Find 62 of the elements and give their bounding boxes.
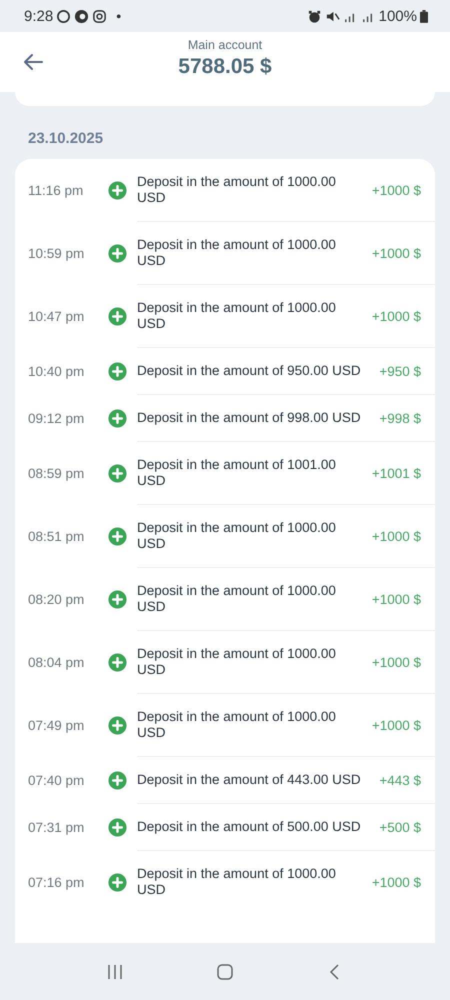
alarm-icon [306, 8, 322, 24]
transaction-amount: +1000 $ [370, 654, 421, 670]
transaction-time: 07:16 pm [27, 874, 86, 890]
account-balance: 5788.05 $ [178, 55, 272, 79]
plus-icon [108, 181, 127, 200]
transaction-description: Deposit in the amount of 1000.00 USD [137, 709, 337, 741]
transaction-time: 08:51 pm [27, 529, 86, 544]
battery-icon [420, 10, 428, 22]
transaction-amount: +1000 $ [370, 182, 421, 198]
transaction-amount: +1001 $ [370, 466, 421, 480]
transaction-time: 07:40 pm [27, 773, 86, 788]
transaction-description: Deposit in the amount of 1000.00 USD [137, 520, 337, 552]
plus-icon [108, 464, 127, 483]
plus-icon [108, 527, 127, 546]
transaction-time: 09:12 pm [27, 411, 86, 426]
transaction-amount: +1000 $ [370, 528, 421, 544]
plus-icon [108, 872, 127, 892]
transaction-description: Deposit in the amount of 443.00 USD [137, 772, 362, 788]
transaction-time: 10:47 pm [27, 309, 86, 324]
transaction-description: Deposit in the amount of 1000.00 USD [137, 866, 337, 898]
plus-icon [108, 590, 127, 609]
transaction-time: 10:59 pm [27, 246, 86, 261]
transaction-description: Deposit in the amount of 1000.00 USD [137, 583, 337, 615]
date-heading: 23.10.2025 [27, 129, 104, 149]
transaction-amount: +950 $ [378, 364, 421, 378]
transaction-description: Deposit in the amount of 500.00 USD [137, 819, 362, 835]
transaction-amount: +500 $ [378, 820, 421, 834]
transaction-description: Deposit in the amount of 1000.00 USD [137, 237, 337, 269]
notification-dot: • [116, 8, 122, 24]
plus-icon [108, 362, 127, 381]
transaction-description: Deposit in the amount of 1000.00 USD [137, 300, 337, 332]
transaction-time: 11:16 pm [27, 183, 84, 198]
plus-icon [108, 653, 127, 672]
plus-icon [108, 818, 127, 837]
transaction-description: Deposit in the amount of 950.00 USD [137, 363, 362, 379]
transaction-amount: +1000 $ [370, 718, 421, 732]
transaction-time: 08:59 pm [27, 466, 86, 481]
account-title: Main account [188, 38, 262, 52]
transaction-description: Deposit in the amount of 1000.00 USD [137, 174, 337, 206]
camera-icon [92, 8, 108, 24]
plus-icon [108, 771, 127, 790]
home-icon[interactable] [215, 962, 235, 982]
transaction-amount: +1000 $ [370, 874, 421, 890]
plus-icon [108, 716, 127, 735]
status-time: 9:28 [24, 8, 54, 24]
transaction-time: 08:04 pm [27, 655, 86, 670]
transaction-amount: +1000 $ [370, 308, 421, 324]
transaction-time: 08:20 pm [27, 592, 86, 607]
transaction-description: Deposit in the amount of 1000.00 USD [137, 646, 337, 678]
transaction-time: 10:40 pm [27, 364, 86, 379]
plus-icon [108, 307, 127, 326]
plus-icon [108, 244, 127, 263]
plus-icon [108, 409, 127, 428]
transaction-amount: +443 $ [378, 772, 421, 788]
transaction-amount: +998 $ [378, 410, 421, 426]
transaction-amount: +1000 $ [370, 246, 421, 260]
transaction-description: Deposit in the amount of 1001.00 USD [137, 457, 337, 489]
transaction-amount: +1000 $ [370, 592, 421, 606]
transaction-description: Deposit in the amount of 998.00 USD [137, 410, 362, 426]
transaction-time: 07:49 pm [27, 718, 86, 733]
battery-percentage: 100% [378, 8, 417, 24]
transaction-time: 07:31 pm [27, 820, 86, 835]
